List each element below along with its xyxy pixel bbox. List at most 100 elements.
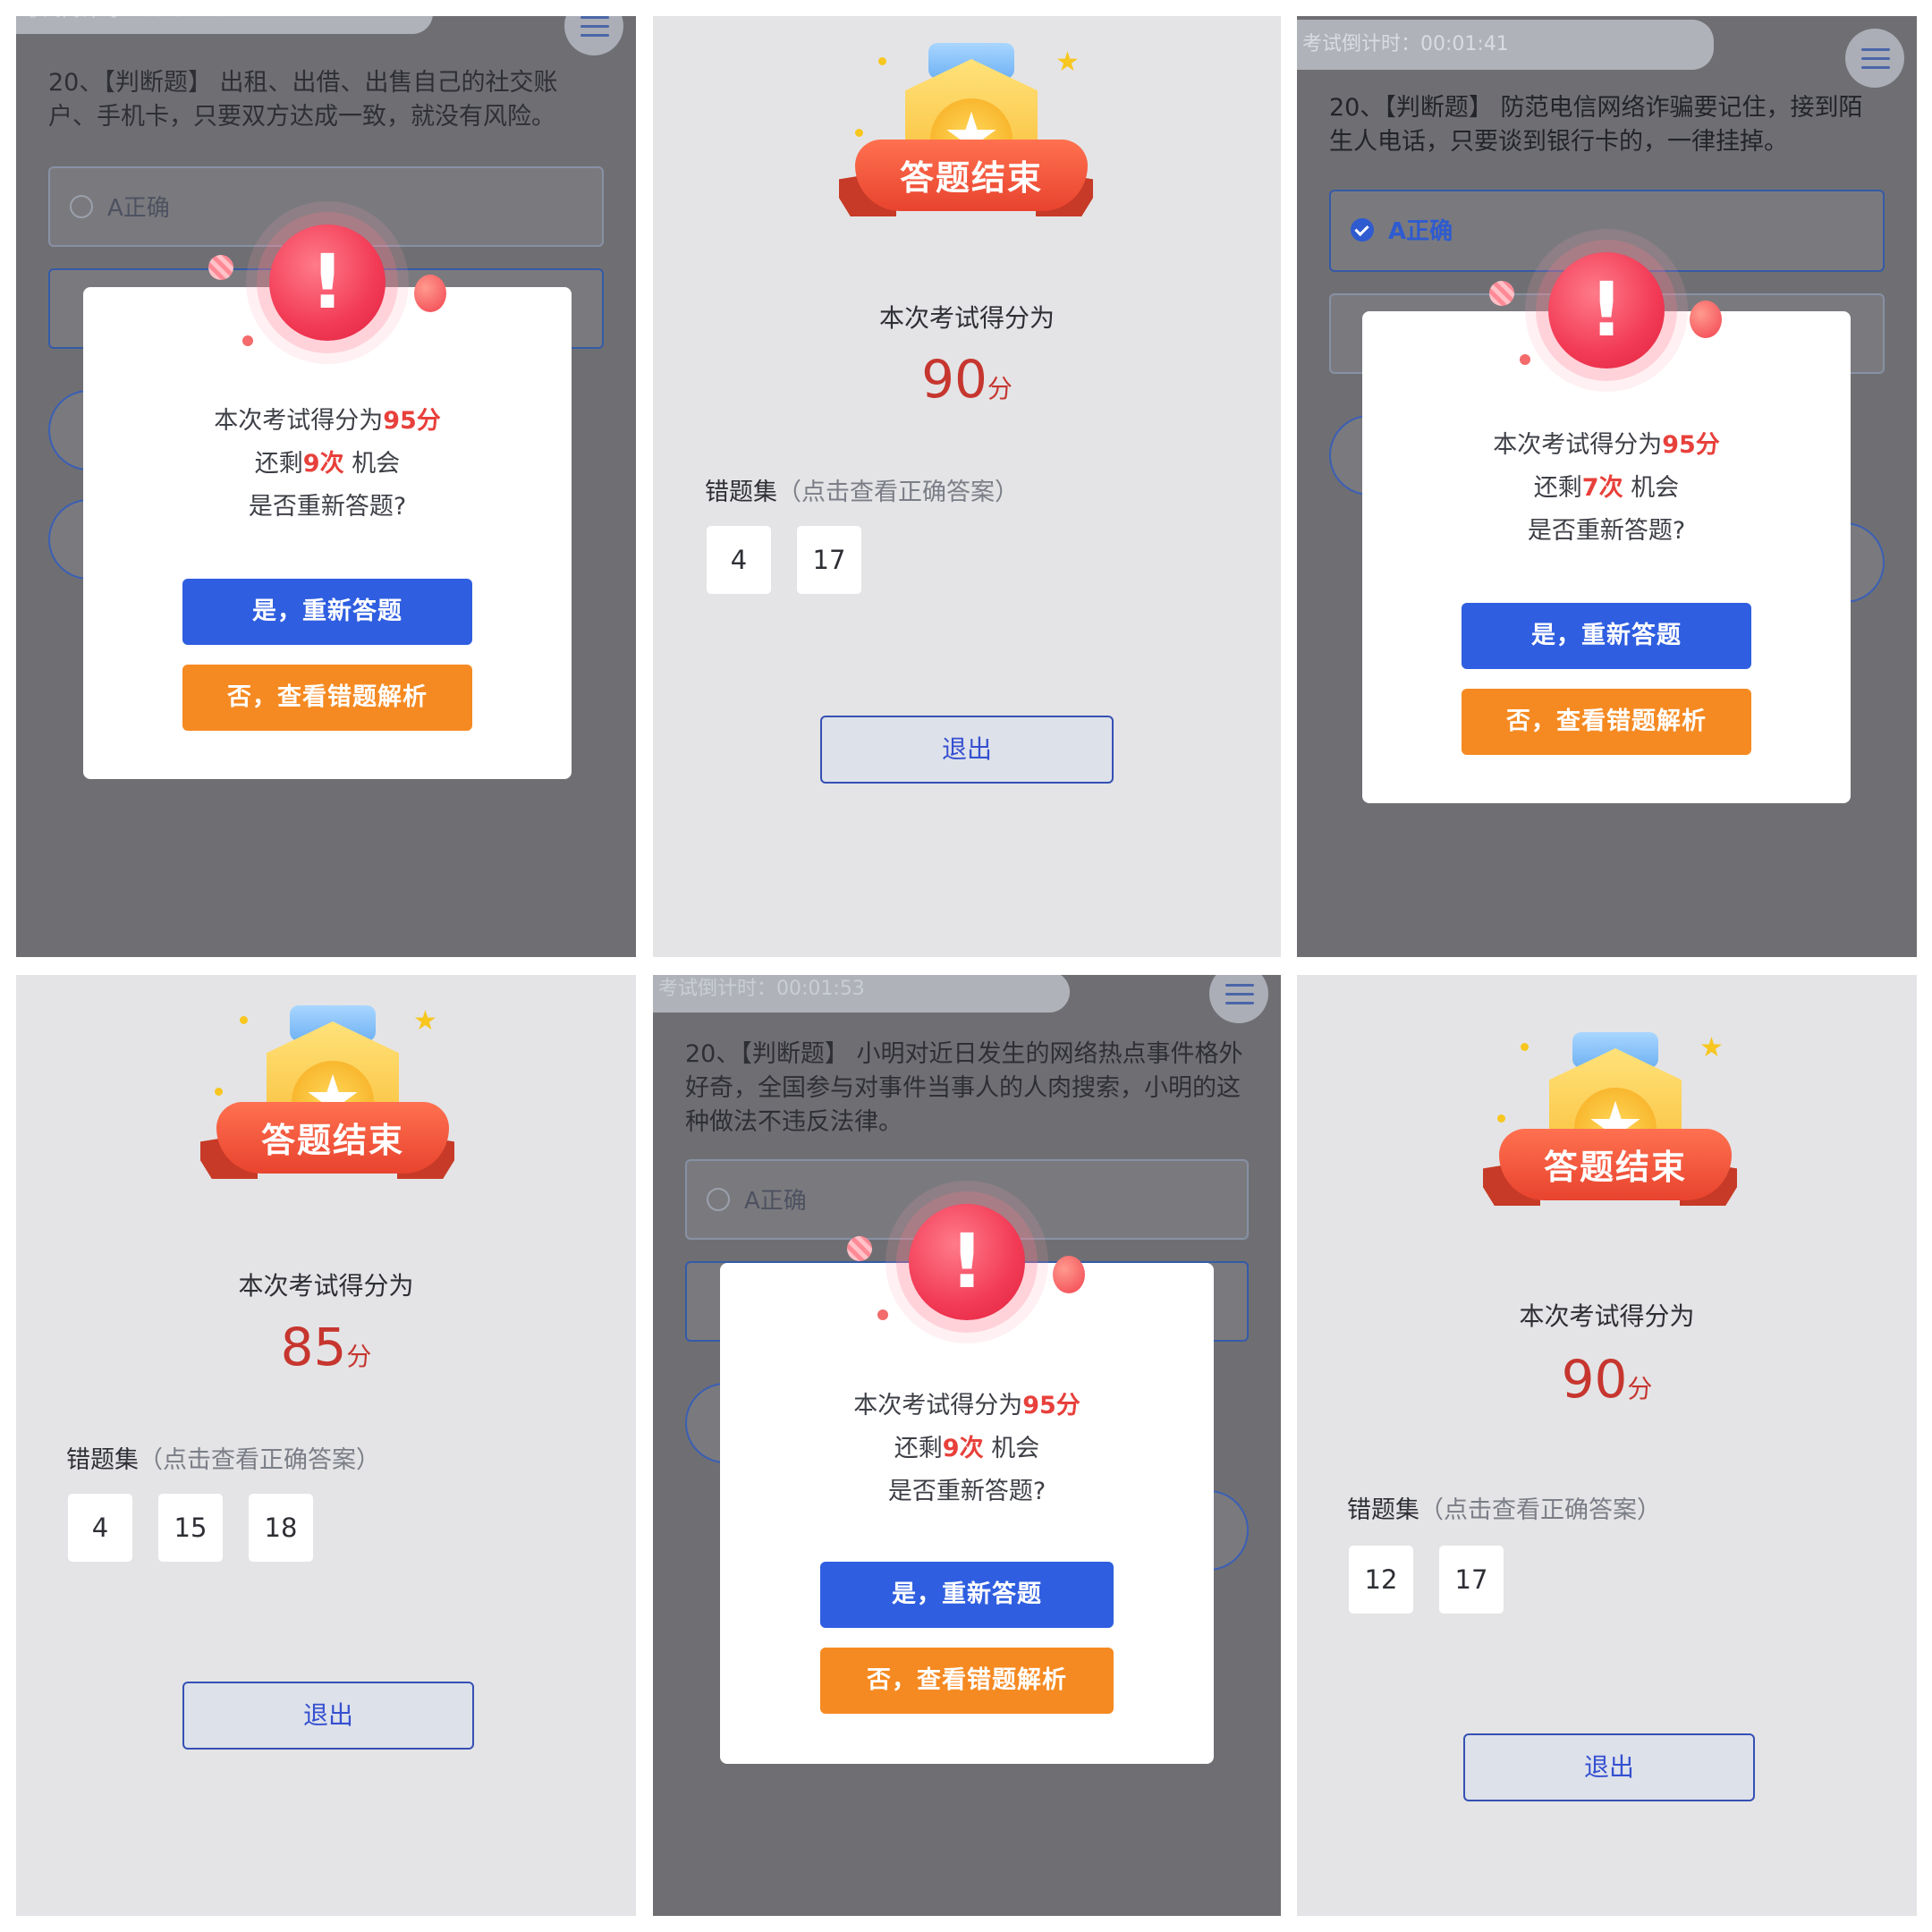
wrong-question-item[interactable]: 15 [158,1494,223,1562]
balloon-icon [847,1236,872,1261]
menu-icon [1225,984,1254,1007]
score-label: 本次考试得分为 [878,303,1055,333]
confetti-dot [240,1016,248,1024]
retry-button[interactable]: 是，重新答题 [820,1562,1114,1628]
balloon-icon [414,275,446,312]
dialog-message: 本次考试得分为95分 还剩9次 机会 是否重新答题? [83,400,572,529]
question-text: 20、【判断题】 小明对近日发生的网络热点事件格外好奇，全国参与对事件当事人的人… [685,1040,1243,1136]
confetti-dot [242,335,253,346]
wrong-set-label: 错题集（点击查看正确答案） [705,472,1019,507]
remaining-prefix: 还剩 [254,450,303,478]
remaining-suffix: 机会 [352,450,401,478]
result-panel-6: ★ ★ 答题结束 本次考试得分为 90分 错题集（点击查看正确答案） 12 17… [1297,975,1917,1916]
result-panel-2: ★ ★ 答题结束 本次考试得分为 90分 错题集（点击查看正确答案） 4 17 … [653,16,1281,957]
option-a-label: A正确 [1388,218,1453,245]
balloon-icon [1489,281,1514,306]
confetti-dot [1520,354,1530,365]
star-icon: ★ [1055,47,1080,78]
star-icon: ★ [1699,1032,1724,1063]
countdown-timer: 考试倒计时：00:02:10 [16,16,433,34]
wrong-question-item[interactable]: 17 [797,526,861,594]
wrong-question-item[interactable]: 4 [707,526,771,594]
remaining-prefix: 还剩 [1533,474,1582,502]
wrong-question-item[interactable]: 4 [68,1494,132,1562]
check-icon [1351,218,1374,242]
countdown-timer: 考试倒计时：00:01:41 [1297,20,1714,70]
score-unit: 分 [1627,1374,1653,1403]
score-unit: 分 [987,374,1013,403]
quiz-panel-5: 考试倒计时：00:01:53 20、【判断题】 小明对近日发生的网络热点事件格外… [653,975,1281,1916]
trophy-icon: ★ ★ 答题结束 [1467,1025,1753,1240]
confetti-dot [215,1088,223,1096]
trophy-icon: ★ ★ 答题结束 [823,36,1109,250]
radio-icon [70,195,93,218]
alert-icon: ! [1548,252,1665,369]
retry-dialog: ! 本次考试得分为95分 还剩7次 机会 是否重新答题? 是，重新答题 否，查看… [1362,252,1851,803]
dialog-message: 本次考试得分为95分 还剩7次 机会 是否重新答题? [1362,424,1851,553]
remaining-suffix: 机会 [1631,474,1680,502]
remaining-prefix: 还剩 [894,1435,943,1462]
dialog-message: 本次考试得分为95分 还剩9次 机会 是否重新答题? [720,1385,1214,1513]
menu-icon [580,16,609,39]
exit-button[interactable]: 退出 [1463,1733,1755,1801]
confetti-dot [1497,1114,1505,1123]
remaining-count: 9次 [302,450,344,478]
wrong-set-hint: （点击查看正确答案） [139,1446,380,1474]
banner-title: 答题结束 [260,1121,404,1160]
wrong-set-title: 错题集 [66,1446,139,1474]
retry-dialog: ! 本次考试得分为95分 还剩9次 机会 是否重新答题? 是，重新答题 否，查看… [720,1204,1214,1764]
score-display: 90分 [653,349,1281,410]
balloon-icon [208,255,233,280]
alert-icon: ! [269,225,386,341]
option-a-label: A正确 [744,1188,807,1215]
score-text: 本次考试得分为 [214,407,384,435]
score-value: 90 [921,349,987,410]
wrong-set-label: 错题集（点击查看正确答案） [66,1440,380,1475]
wrong-set-title: 错题集 [1347,1496,1419,1524]
remaining-suffix: 机会 [991,1435,1040,1462]
balloon-icon [1690,301,1722,338]
score-label: 本次考试得分为 [1519,1301,1695,1331]
menu-icon [1861,48,1890,72]
score-display: 90分 [1297,1349,1917,1410]
retry-button[interactable]: 是，重新答题 [1462,603,1751,669]
countdown-timer: 考试倒计时：00:01:53 [653,975,1070,1013]
score-value: 95分 [383,407,441,435]
wrong-set-hint: （点击查看正确答案） [1419,1496,1661,1524]
exit-button[interactable]: 退出 [182,1682,474,1750]
balloon-icon [1053,1256,1085,1293]
star-icon: ★ [413,1005,437,1037]
alert-icon: ! [909,1204,1025,1320]
wrong-question-item[interactable]: 12 [1349,1546,1413,1614]
review-button[interactable]: 否，查看错题解析 [1462,689,1751,755]
confetti-dot [1521,1043,1529,1051]
score-label: 本次考试得分为 [238,1271,414,1301]
retry-button[interactable]: 是，重新答题 [182,579,472,645]
quiz-panel-1: 考试倒计时：00:02:10 20、【判断题】 出租、出借、出售自己的社交账户、… [16,16,636,957]
score-value: 85 [280,1317,347,1377]
score-text: 本次考试得分为 [853,1392,1023,1419]
result-panel-4: ★ ★ 答题结束 本次考试得分为 85分 错题集（点击查看正确答案） 4 15 … [16,975,636,1916]
wrong-question-item[interactable]: 17 [1439,1546,1504,1614]
menu-button[interactable] [564,16,623,55]
question-text: 20、【判断题】 出租、出借、出售自己的社交账户、手机卡，只要双方达成一致，就没… [48,69,558,131]
review-button[interactable]: 否，查看错题解析 [820,1648,1114,1714]
exit-button[interactable]: 退出 [820,716,1114,784]
remaining-count: 9次 [942,1435,984,1462]
quiz-panel-3: 考试倒计时：00:01:41 20、【判断题】 防范电信网络诈骗要记住，接到陌生… [1297,16,1917,957]
retry-question: 是否重新答题? [248,493,407,521]
wrong-question-item[interactable]: 18 [249,1494,313,1562]
score-unit: 分 [346,1342,372,1371]
option-a-label: A正确 [107,195,170,222]
score-value: 90 [1561,1349,1628,1410]
retry-question: 是否重新答题? [1527,517,1686,545]
radio-icon [707,1188,730,1211]
question-text: 20、【判断题】 防范电信网络诈骗要记住，接到陌生人电话，只要谈到银行卡的，一律… [1329,94,1863,156]
trophy-icon: ★ ★ 答题结束 [184,998,470,1213]
retry-question: 是否重新答题? [887,1478,1046,1505]
review-button[interactable]: 否，查看错题解析 [182,665,472,731]
banner-title: 答题结束 [899,158,1043,198]
menu-button[interactable] [1845,29,1904,88]
menu-button[interactable] [1209,975,1268,1023]
wrong-set-label: 错题集（点击查看正确答案） [1347,1490,1661,1525]
